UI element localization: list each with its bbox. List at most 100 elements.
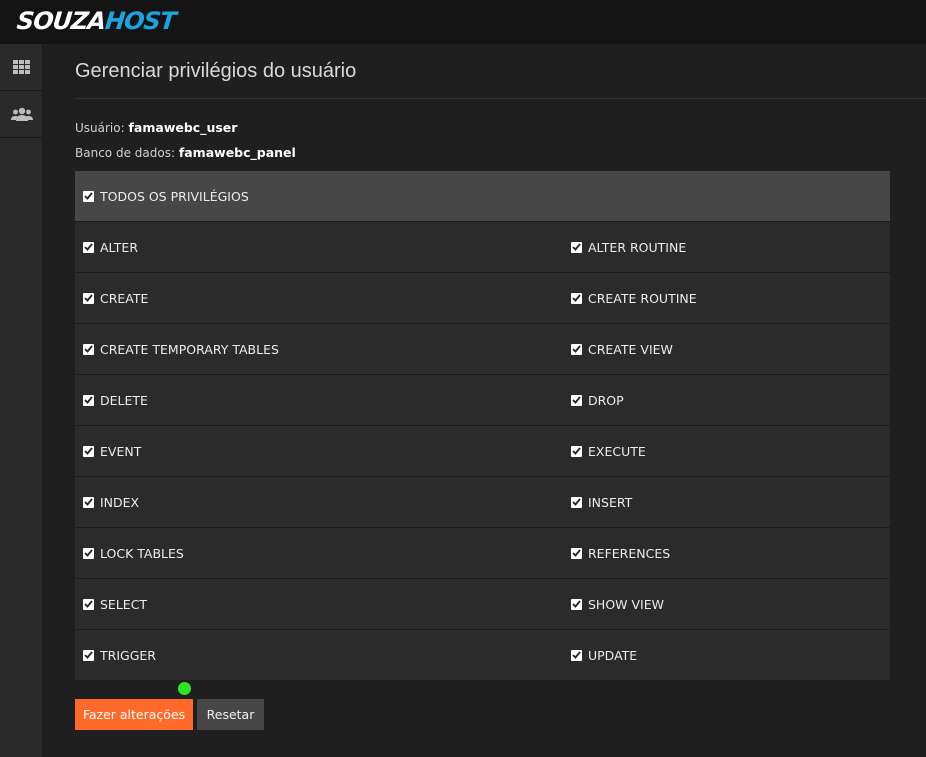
checkbox-checked[interactable]	[83, 445, 94, 457]
privilege-checkbox-cell[interactable]: SHOW VIEW	[563, 579, 890, 629]
all-privileges-row: TODOS OS PRIVILÉGIOS	[75, 171, 890, 221]
checkmark-icon	[572, 651, 581, 659]
checkmark-icon	[84, 396, 93, 404]
checkbox-checked[interactable]	[571, 394, 582, 406]
privilege-checkbox-cell[interactable]: LOCK TABLES	[75, 528, 563, 578]
privilege-label: EXECUTE	[588, 443, 646, 459]
privilege-checkbox-cell[interactable]: CREATE TEMPORARY TABLES	[75, 324, 563, 374]
all-privileges-checkbox-cell[interactable]: TODOS OS PRIVILÉGIOS	[75, 171, 563, 221]
privilege-checkbox-cell[interactable]: UPDATE	[563, 630, 890, 680]
privilege-checkbox-cell[interactable]: DELETE	[75, 375, 563, 425]
privilege-label: EVENT	[100, 443, 142, 459]
checkmark-icon	[84, 243, 93, 251]
privilege-label: TRIGGER	[100, 647, 156, 663]
checkbox-checked[interactable]	[571, 292, 582, 304]
privilege-row: INDEX INSERT	[75, 476, 890, 527]
grid-icon	[13, 60, 30, 74]
checkmark-icon	[84, 600, 93, 608]
privilege-label: CREATE VIEW	[588, 341, 673, 357]
checkmark-icon	[572, 498, 581, 506]
sidebar-item-users[interactable]	[0, 91, 43, 138]
privilege-checkbox-cell[interactable]: ALTER	[75, 222, 563, 272]
privilege-checkbox-cell[interactable]: DROP	[563, 375, 890, 425]
privilege-label: CREATE TEMPORARY TABLES	[100, 341, 279, 357]
privilege-checkbox-cell[interactable]: EXECUTE	[563, 426, 890, 476]
user-info: Usuário: famawebc_user	[75, 120, 237, 135]
database-info: Banco de dados: famawebc_panel	[75, 145, 296, 160]
checkbox-checked[interactable]	[571, 598, 582, 610]
checkbox-checked[interactable]	[83, 190, 94, 202]
checkbox-checked[interactable]	[83, 343, 94, 355]
checkbox-checked[interactable]	[83, 394, 94, 406]
status-indicator-dot	[178, 682, 191, 695]
checkbox-checked[interactable]	[83, 241, 94, 253]
souzahost-logo[interactable]: SOUZAHOST	[15, 6, 177, 36]
privilege-row: CREATE TEMPORARY TABLES CREATE VIEW	[75, 323, 890, 374]
checkbox-checked[interactable]	[571, 241, 582, 253]
privilege-row: CREATE CREATE ROUTINE	[75, 272, 890, 323]
page-title: Gerenciar privilégios do usuário	[75, 60, 357, 82]
checkbox-checked[interactable]	[83, 649, 94, 661]
save-changes-button[interactable]: Fazer alterações	[75, 699, 193, 730]
privilege-checkbox-cell[interactable]: TRIGGER	[75, 630, 563, 680]
privilege-row: SELECT SHOW VIEW	[75, 578, 890, 629]
top-bar: SOUZAHOST	[0, 0, 926, 44]
privilege-row: TRIGGER UPDATE	[75, 629, 890, 680]
checkbox-checked[interactable]	[571, 445, 582, 457]
checkmark-icon	[572, 549, 581, 557]
privilege-label: CREATE ROUTINE	[588, 290, 697, 306]
checkmark-icon	[572, 294, 581, 302]
checkbox-checked[interactable]	[83, 496, 94, 508]
checkbox-checked[interactable]	[571, 547, 582, 559]
checkbox-checked[interactable]	[83, 547, 94, 559]
checkmark-icon	[84, 345, 93, 353]
user-label: Usuário:	[75, 121, 125, 135]
checkbox-checked[interactable]	[571, 343, 582, 355]
privilege-checkbox-cell[interactable]: REFERENCES	[563, 528, 890, 578]
privilege-checkbox-cell[interactable]: INDEX	[75, 477, 563, 527]
privilege-label: LOCK TABLES	[100, 545, 184, 561]
checkbox-checked[interactable]	[83, 292, 94, 304]
privilege-row: ALTER ALTER ROUTINE	[75, 221, 890, 272]
logo-text-souza: SOUZA	[15, 7, 107, 35]
checkmark-icon	[572, 600, 581, 608]
privilege-label: DROP	[588, 392, 624, 408]
privilege-label: SHOW VIEW	[588, 596, 665, 612]
reset-button[interactable]: Resetar	[197, 699, 264, 730]
privilege-label: INSERT	[588, 494, 633, 510]
checkmark-icon	[84, 549, 93, 557]
checkbox-checked[interactable]	[83, 598, 94, 610]
privilege-checkbox-cell[interactable]: SELECT	[75, 579, 563, 629]
privilege-label: SELECT	[100, 596, 148, 612]
sidebar-item-dashboard[interactable]	[0, 44, 43, 91]
privilege-label: ALTER	[100, 239, 139, 255]
privilege-checkbox-cell[interactable]: CREATE	[75, 273, 563, 323]
privilege-label: ALTER ROUTINE	[588, 239, 687, 255]
main-content: Gerenciar privilégios do usuário Usuário…	[43, 44, 926, 757]
checkmark-icon	[84, 447, 93, 455]
privilege-checkbox-cell[interactable]: EVENT	[75, 426, 563, 476]
checkmark-icon	[572, 447, 581, 455]
checkbox-checked[interactable]	[571, 649, 582, 661]
database-label: Banco de dados:	[75, 146, 175, 160]
privilege-row: LOCK TABLES REFERENCES	[75, 527, 890, 578]
checkmark-icon	[84, 294, 93, 302]
checkmark-icon	[572, 396, 581, 404]
checkbox-checked[interactable]	[571, 496, 582, 508]
checkmark-icon	[84, 192, 93, 200]
privilege-checkbox-cell[interactable]: CREATE ROUTINE	[563, 273, 890, 323]
sidebar	[0, 44, 43, 757]
users-icon	[10, 107, 33, 121]
privileges-table: TODOS OS PRIVILÉGIOS ALTER ALTER ROUTINE C…	[75, 171, 890, 680]
privilege-label: UPDATE	[588, 647, 638, 663]
privilege-label: REFERENCES	[588, 545, 671, 561]
privilege-label: DELETE	[100, 392, 148, 408]
checkmark-icon	[84, 651, 93, 659]
privilege-label: INDEX	[100, 494, 140, 510]
privilege-checkbox-cell[interactable]: CREATE VIEW	[563, 324, 890, 374]
all-privileges-label: TODOS OS PRIVILÉGIOS	[100, 188, 249, 204]
privilege-checkbox-cell[interactable]: ALTER ROUTINE	[563, 222, 890, 272]
privilege-checkbox-cell[interactable]: INSERT	[563, 477, 890, 527]
privilege-label: CREATE	[100, 290, 149, 306]
user-value: famawebc_user	[128, 120, 238, 135]
